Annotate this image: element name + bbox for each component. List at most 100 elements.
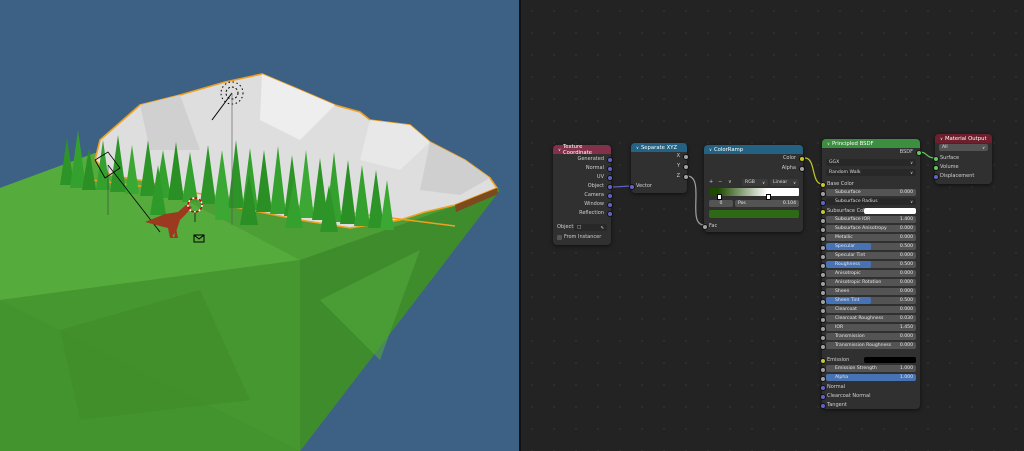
target-dropdown[interactable]: All ∨ — [939, 144, 988, 151]
alpha-field[interactable]: Alpha 1.000 — [826, 374, 916, 381]
distribution-value: GGX — [829, 160, 840, 165]
separate-xyz-node[interactable]: ∨ Separate XYZ X Y Z Vector — [629, 143, 689, 193]
field-value: 0.500 — [899, 262, 913, 267]
output-z: Z — [676, 173, 680, 179]
collapse-chevron-icon[interactable]: ∨ — [636, 145, 639, 150]
node-header[interactable]: ∨ Principled BSDF — [822, 139, 920, 148]
node-title: Principled BSDF — [831, 140, 874, 147]
socket-y[interactable] — [683, 164, 689, 170]
bsdf-input-field[interactable]: Subsurface Radius ∨ — [826, 198, 916, 205]
collapse-chevron-icon[interactable]: ∨ — [940, 136, 943, 141]
bsdf-input-field[interactable]: Sheen Tint 0.500 — [826, 297, 916, 304]
node-header[interactable]: ∨ Material Output — [935, 134, 992, 143]
add-stop-button[interactable]: + — [709, 178, 713, 186]
stop-index-field[interactable]: 0 — [709, 200, 733, 207]
object-picker-field[interactable]: □ ✎ — [574, 224, 607, 231]
output-generated: Generated — [577, 156, 604, 162]
socket-volume[interactable] — [933, 165, 939, 171]
collapse-chevron-icon[interactable]: ∨ — [709, 147, 712, 152]
socket-clearcoat-normal-in[interactable] — [820, 394, 826, 400]
input-surface: Surface — [940, 155, 960, 161]
bsdf-input-field[interactable]: Subsurface Anisotropy 0.000 — [826, 225, 916, 232]
emission-strength-field[interactable]: Emission Strength 1.000 — [826, 365, 916, 372]
field-label: Transmission Roughness — [835, 343, 892, 348]
socket-color-out[interactable] — [799, 156, 805, 162]
field-label: Specular — [835, 244, 856, 249]
bsdf-input-field[interactable]: Clearcoat 0.000 — [826, 306, 916, 313]
bsdf-input-field[interactable]: Subsurface IOR 1.400 — [826, 216, 916, 223]
socket-camera[interactable] — [607, 193, 613, 199]
color-mode-dropdown[interactable]: RGB ∨ — [742, 179, 768, 186]
emission-color-swatch[interactable] — [864, 357, 916, 363]
color-ramp-gradient[interactable] — [709, 188, 799, 196]
field-value: 1.000 — [899, 366, 913, 371]
pos-label: Pos — [738, 201, 746, 206]
bsdf-input-field[interactable]: Metallic 0.000 — [826, 234, 916, 241]
colorramp-node[interactable]: ∨ ColorRamp Color Alpha + − ∨ RGB ∨ Linea… — [702, 145, 805, 232]
input-clearcoat-normal: Clearcoat Normal — [827, 393, 871, 399]
remove-stop-button[interactable]: − — [718, 178, 722, 186]
material-output-node[interactable]: ∨ Material Output All ∨ Surface Volume Di… — [933, 134, 992, 184]
field-label: Subsurface Radius — [835, 199, 878, 204]
socket-fac-in[interactable] — [702, 224, 708, 230]
bsdf-input-field[interactable]: Anisotropic 0.000 — [826, 270, 916, 277]
socket-tangent-in[interactable] — [820, 403, 826, 409]
bsdf-input-field[interactable]: Transmission Roughness 0.000 — [826, 342, 916, 349]
node-header[interactable]: ∨ Texture Coordinate — [553, 144, 611, 156]
input-tangent: Tangent — [827, 402, 847, 408]
socket-generated[interactable] — [607, 157, 613, 163]
bsdf-input-field[interactable]: IOR 1.450 — [826, 324, 916, 331]
eyedropper-icon[interactable]: ✎ — [601, 224, 604, 231]
output-reflection: Reflection — [579, 210, 604, 216]
socket-emission[interactable] — [820, 358, 826, 364]
bsdf-input-field[interactable]: Transmission 0.000 — [826, 333, 916, 340]
node-header[interactable]: ∨ Separate XYZ — [631, 143, 687, 152]
bsdf-input-field[interactable]: Specular Tint 0.000 — [826, 252, 916, 259]
subsurface-method-dropdown[interactable]: Random Walk ∨ — [826, 169, 916, 176]
socket-input[interactable] — [820, 209, 826, 215]
collapse-chevron-icon[interactable]: ∨ — [558, 147, 561, 152]
bsdf-input-field[interactable]: Subsurface 0.000 — [826, 189, 916, 196]
from-instancer-checkbox[interactable] — [557, 235, 562, 240]
socket-alpha-out[interactable] — [799, 166, 805, 172]
socket-x[interactable] — [683, 154, 689, 160]
socket-normal-in[interactable] — [820, 385, 826, 391]
principled-bsdf-node[interactable]: ∨ Principled BSDF BSDF GGX ∨ Random Walk ∨… — [820, 139, 922, 409]
socket-z[interactable] — [683, 174, 689, 180]
socket-bsdf-out[interactable] — [916, 150, 922, 156]
socket-base-color[interactable] — [820, 182, 826, 188]
subsurface-color-swatch[interactable] — [864, 208, 916, 214]
stop-color-swatch[interactable] — [709, 210, 799, 218]
bsdf-input-field[interactable]: Sheen 0.000 — [826, 288, 916, 295]
collapse-chevron-icon[interactable]: ∨ — [827, 141, 830, 146]
socket-displacement[interactable] — [933, 174, 939, 180]
field-label: Clearcoat — [835, 307, 857, 312]
field-label: Specular Tint — [835, 253, 866, 258]
input-volume: Volume — [940, 164, 959, 170]
stop-position-field[interactable]: Pos 0.104 — [735, 200, 799, 207]
socket-normal[interactable] — [607, 166, 613, 172]
socket-surface[interactable] — [933, 156, 939, 162]
bsdf-input-field[interactable]: Clearcoat Roughness 0.030 — [826, 315, 916, 322]
node-header[interactable]: ∨ ColorRamp — [704, 145, 803, 154]
ramp-menu-button[interactable]: ∨ — [728, 178, 732, 186]
socket-object[interactable] — [607, 184, 613, 190]
bsdf-input-field[interactable]: Anisotropic Rotation 0.000 — [826, 279, 916, 286]
socket-reflection[interactable] — [607, 211, 613, 217]
interpolation-dropdown[interactable]: Linear ∨ — [770, 179, 799, 186]
stop-index-value: 0 — [719, 201, 723, 206]
distribution-dropdown[interactable]: GGX ∨ — [826, 159, 916, 166]
bsdf-input-field[interactable]: Specular 0.500 — [826, 243, 916, 250]
socket-uv[interactable] — [607, 175, 613, 181]
input-vector: Vector — [636, 183, 652, 189]
field-value: 0.000 — [899, 226, 913, 231]
field-label: Metallic — [835, 235, 853, 240]
pos-value: 0.104 — [782, 201, 796, 206]
texture-coordinate-node[interactable]: ∨ Texture Coordinate Generated Normal UV… — [553, 144, 613, 245]
socket-vector-in[interactable] — [629, 184, 635, 190]
shader-node-editor[interactable]: ∨ Texture Coordinate Generated Normal UV… — [521, 0, 1024, 451]
field-label: Subsurface — [835, 190, 861, 195]
3d-viewport[interactable] — [0, 0, 519, 451]
bsdf-input-field[interactable]: Roughness 0.500 — [826, 261, 916, 268]
socket-window[interactable] — [607, 202, 613, 208]
